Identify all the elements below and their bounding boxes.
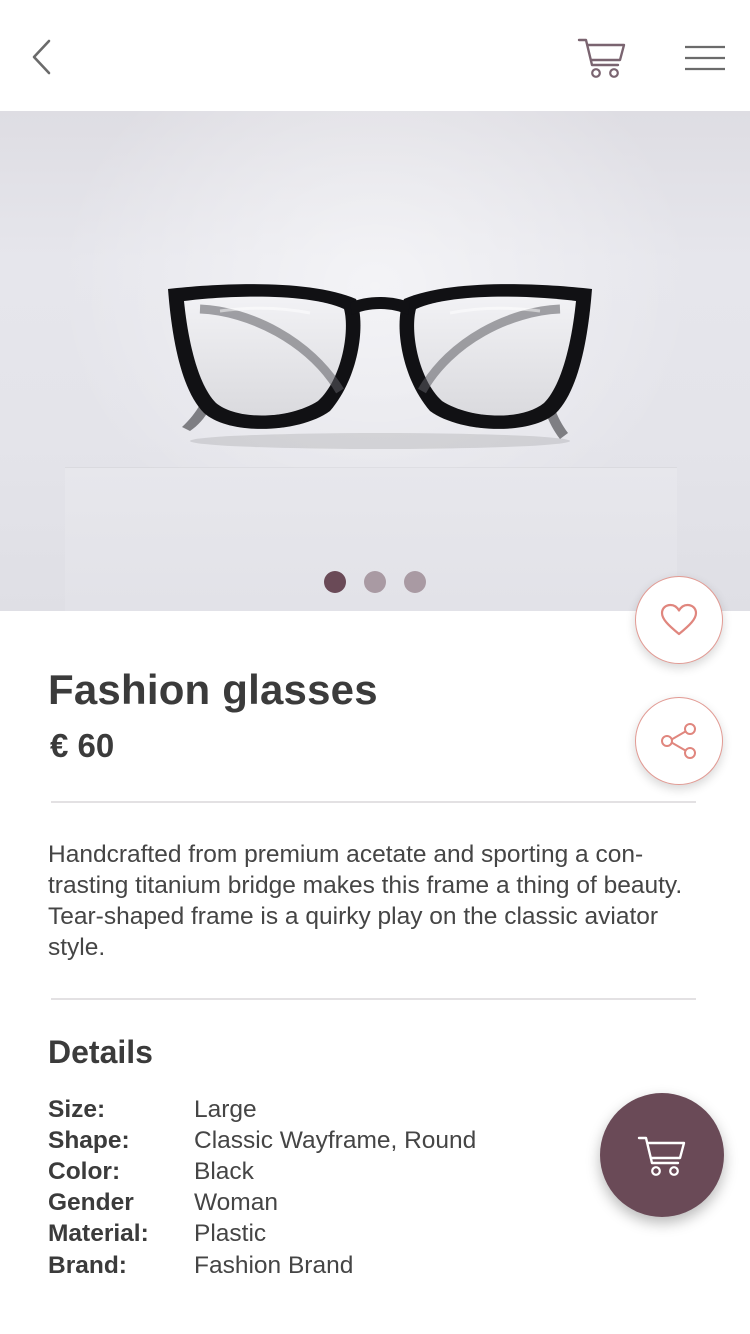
glasses-photo	[168, 284, 592, 449]
detail-value: Large	[194, 1095, 257, 1123]
detail-value: Black	[194, 1157, 254, 1185]
cart-icon	[637, 1136, 686, 1176]
detail-row-shape: Shape: Classic Wayframe, Round	[48, 1125, 568, 1156]
divider	[51, 801, 696, 803]
product-price: € 60	[50, 727, 115, 764]
add-to-cart-button[interactable]	[600, 1093, 724, 1217]
hamburger-menu-icon	[685, 45, 725, 71]
back-button[interactable]	[20, 32, 64, 82]
detail-value: Plastic	[194, 1220, 267, 1248]
heart-icon	[660, 603, 698, 636]
product-image-carousel[interactable]	[0, 111, 750, 611]
menu-button[interactable]	[678, 38, 732, 78]
share-icon	[661, 723, 696, 759]
share-button[interactable]	[635, 697, 723, 785]
favorite-button[interactable]	[635, 576, 723, 664]
cart-button[interactable]	[572, 30, 632, 84]
detail-row-gender: Gender Woman	[48, 1188, 568, 1219]
product-description: Handcrafted from premium acetate and spo…	[48, 841, 683, 961]
divider	[51, 998, 696, 1000]
detail-label: Material:	[48, 1220, 149, 1248]
cart-icon	[577, 38, 626, 78]
detail-row-color: Color: Black	[48, 1156, 568, 1187]
detail-row-size: Size: Large	[48, 1094, 568, 1125]
detail-label: Shape:	[48, 1126, 130, 1154]
carousel-dot-1[interactable]	[324, 571, 346, 593]
carousel-dot-2[interactable]	[364, 571, 386, 593]
detail-label: Color:	[48, 1157, 121, 1185]
chevron-left-icon	[32, 39, 51, 75]
detail-row-brand: Brand: Fashion Brand	[48, 1250, 568, 1281]
detail-value: Fashion Brand	[194, 1251, 354, 1279]
top-bar	[0, 0, 750, 111]
detail-label: Size:	[48, 1095, 106, 1123]
detail-value: Woman	[194, 1189, 278, 1217]
carousel-pagination	[0, 571, 750, 593]
detail-label: Brand:	[48, 1251, 127, 1279]
detail-label: Gender	[48, 1189, 134, 1217]
detail-row-material: Material: Plastic	[48, 1219, 568, 1250]
product-title: Fashion glasses	[48, 666, 378, 713]
details-list: Size: Large Shape: Classic Wayframe, Rou…	[48, 1094, 568, 1281]
detail-value: Classic Wayframe, Round	[194, 1126, 477, 1154]
carousel-dot-3[interactable]	[404, 571, 426, 593]
details-heading: Details	[48, 1034, 153, 1070]
